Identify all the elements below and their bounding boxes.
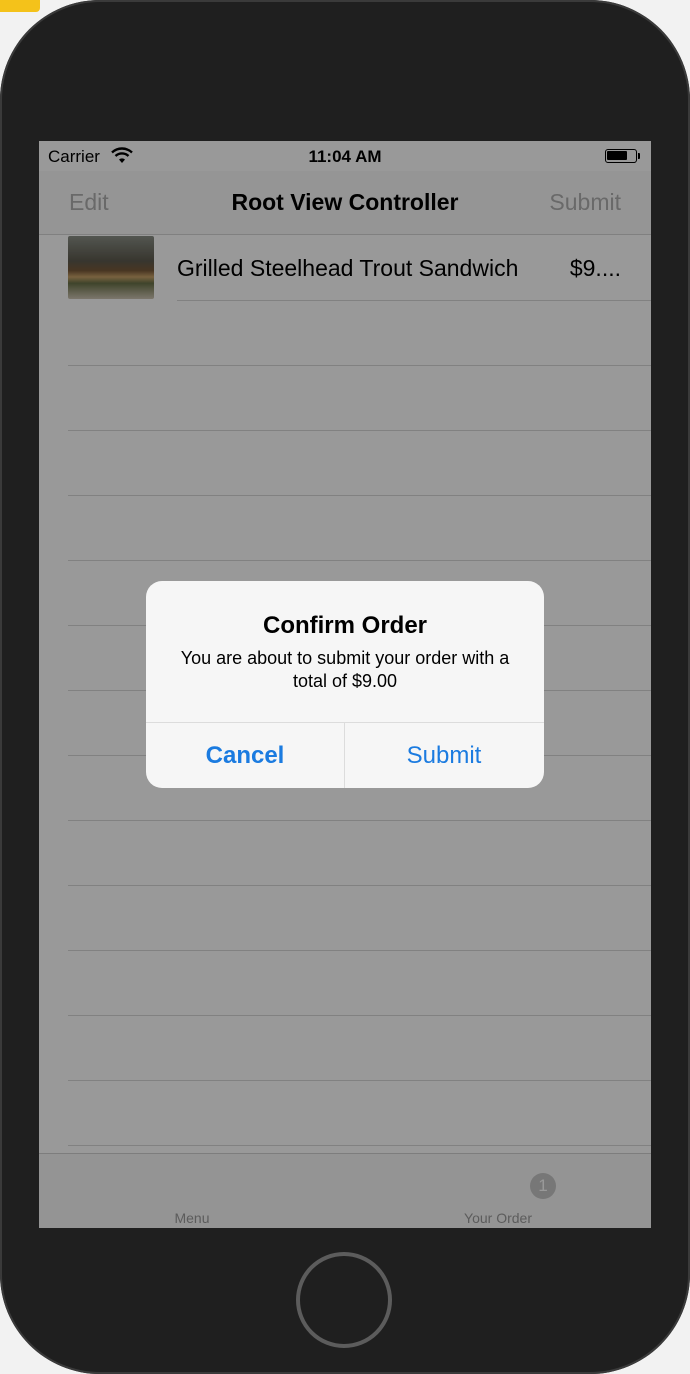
submit-button[interactable]: Submit bbox=[345, 723, 543, 788]
alert-message: You are about to submit your order with … bbox=[180, 648, 510, 691]
alert-title: Confirm Order bbox=[262, 612, 427, 639]
confirm-order-alert: Confirm Order You are about to submit yo… bbox=[146, 581, 544, 788]
desktop-corner-decoration bbox=[0, 0, 40, 12]
iphone-simulator-frame: Carrier 11:04 AM Edit Root View Controll… bbox=[0, 0, 690, 1374]
home-button[interactable] bbox=[296, 1252, 392, 1348]
app-screen: Carrier 11:04 AM Edit Root View Controll… bbox=[39, 141, 651, 1228]
cancel-button[interactable]: Cancel bbox=[146, 723, 344, 788]
